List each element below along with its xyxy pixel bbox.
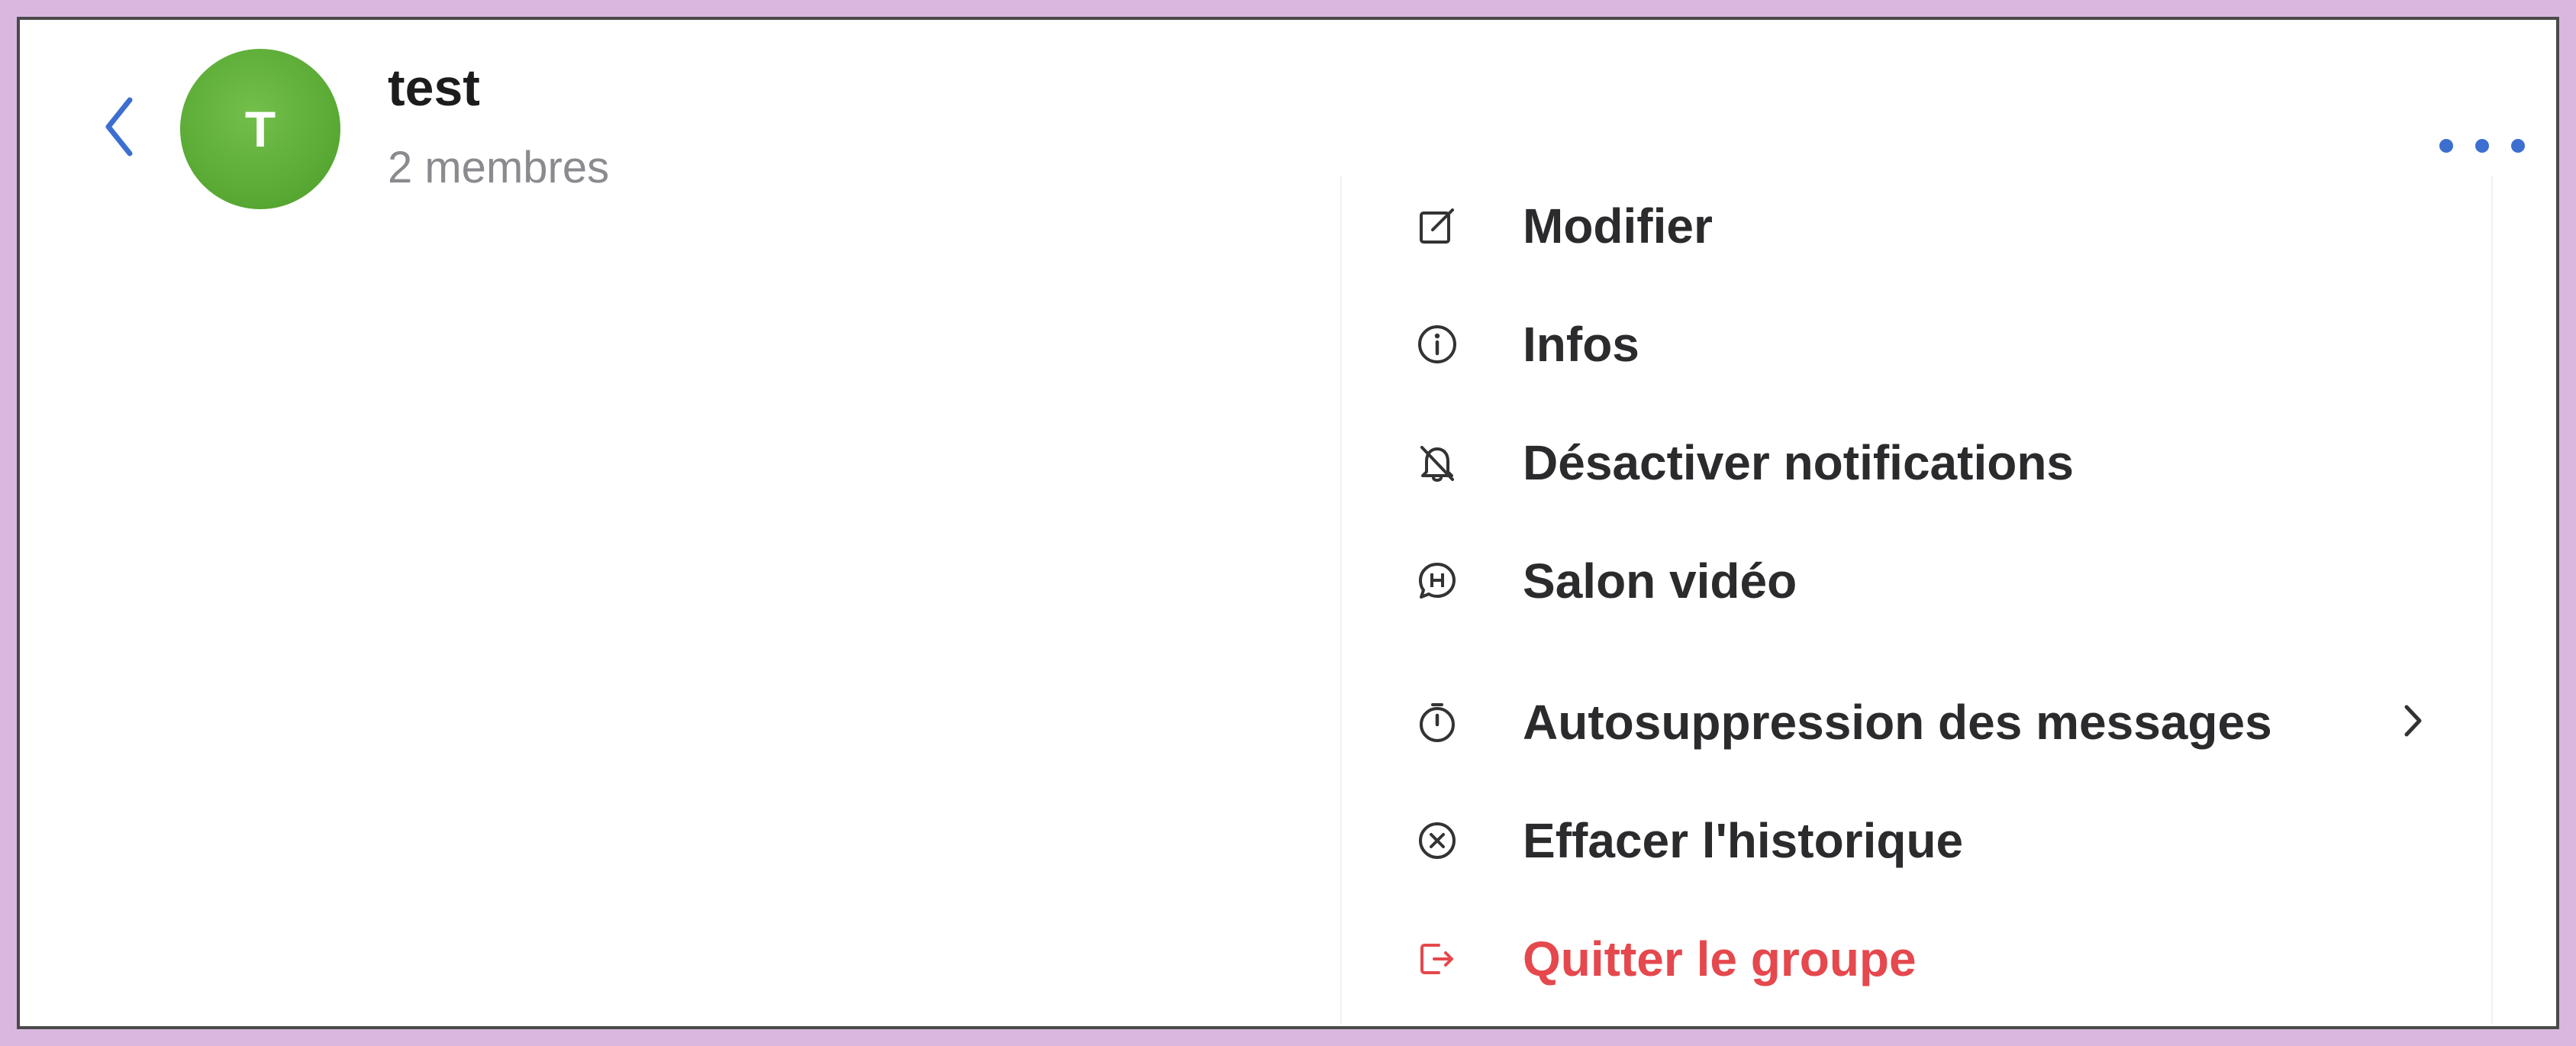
back-button[interactable] — [92, 89, 146, 165]
menu-item-label: Salon vidéo — [1523, 554, 1797, 609]
avatar-initial: T — [244, 101, 276, 157]
leave-icon — [1414, 936, 1460, 982]
bell-off-icon — [1414, 440, 1460, 486]
menu-item-label: Effacer l'historique — [1523, 813, 1964, 868]
menu-item-modifier[interactable]: Modifier — [1342, 176, 2491, 276]
menu-item-mute-notifications[interactable]: Désactiver notifications — [1342, 413, 2491, 512]
chevron-right-icon — [2403, 703, 2433, 741]
avatar[interactable]: T — [180, 49, 340, 209]
chevron-left-icon — [105, 97, 133, 157]
clear-circle-icon — [1414, 818, 1460, 864]
ellipsis-icon-dot — [2475, 139, 2489, 153]
timer-icon — [1414, 699, 1460, 745]
menu-item-label: Modifier — [1523, 199, 1713, 253]
video-chat-icon — [1414, 558, 1460, 604]
menu-item-label: Quitter le groupe — [1523, 931, 1917, 986]
menu-item-leave-group[interactable]: Quitter le groupe — [1342, 909, 2491, 1009]
menu-item-label: Autosuppression des messages — [1523, 695, 2272, 750]
menu-item-clear-history[interactable]: Effacer l'historique — [1342, 791, 2491, 890]
ellipsis-icon — [2439, 139, 2453, 153]
context-menu: Modifier Infos Désactiver notifications … — [1340, 176, 2493, 1024]
menu-item-auto-delete[interactable]: Autosuppression des messages — [1342, 673, 2491, 772]
menu-item-label: Désactiver notifications — [1523, 435, 2074, 490]
chat-window: T test 2 membres Modifier Infos Désactiv… — [17, 17, 2559, 1029]
info-icon — [1414, 321, 1460, 367]
more-options-button[interactable] — [2429, 123, 2536, 169]
menu-item-video-room[interactable]: Salon vidéo — [1342, 531, 2491, 631]
ellipsis-icon-dot — [2511, 139, 2525, 153]
edit-icon — [1414, 203, 1460, 249]
menu-item-infos[interactable]: Infos — [1342, 295, 2491, 394]
chat-title: test — [388, 59, 480, 117]
member-count: 2 membres — [388, 143, 610, 192]
menu-item-label: Infos — [1523, 317, 1639, 372]
